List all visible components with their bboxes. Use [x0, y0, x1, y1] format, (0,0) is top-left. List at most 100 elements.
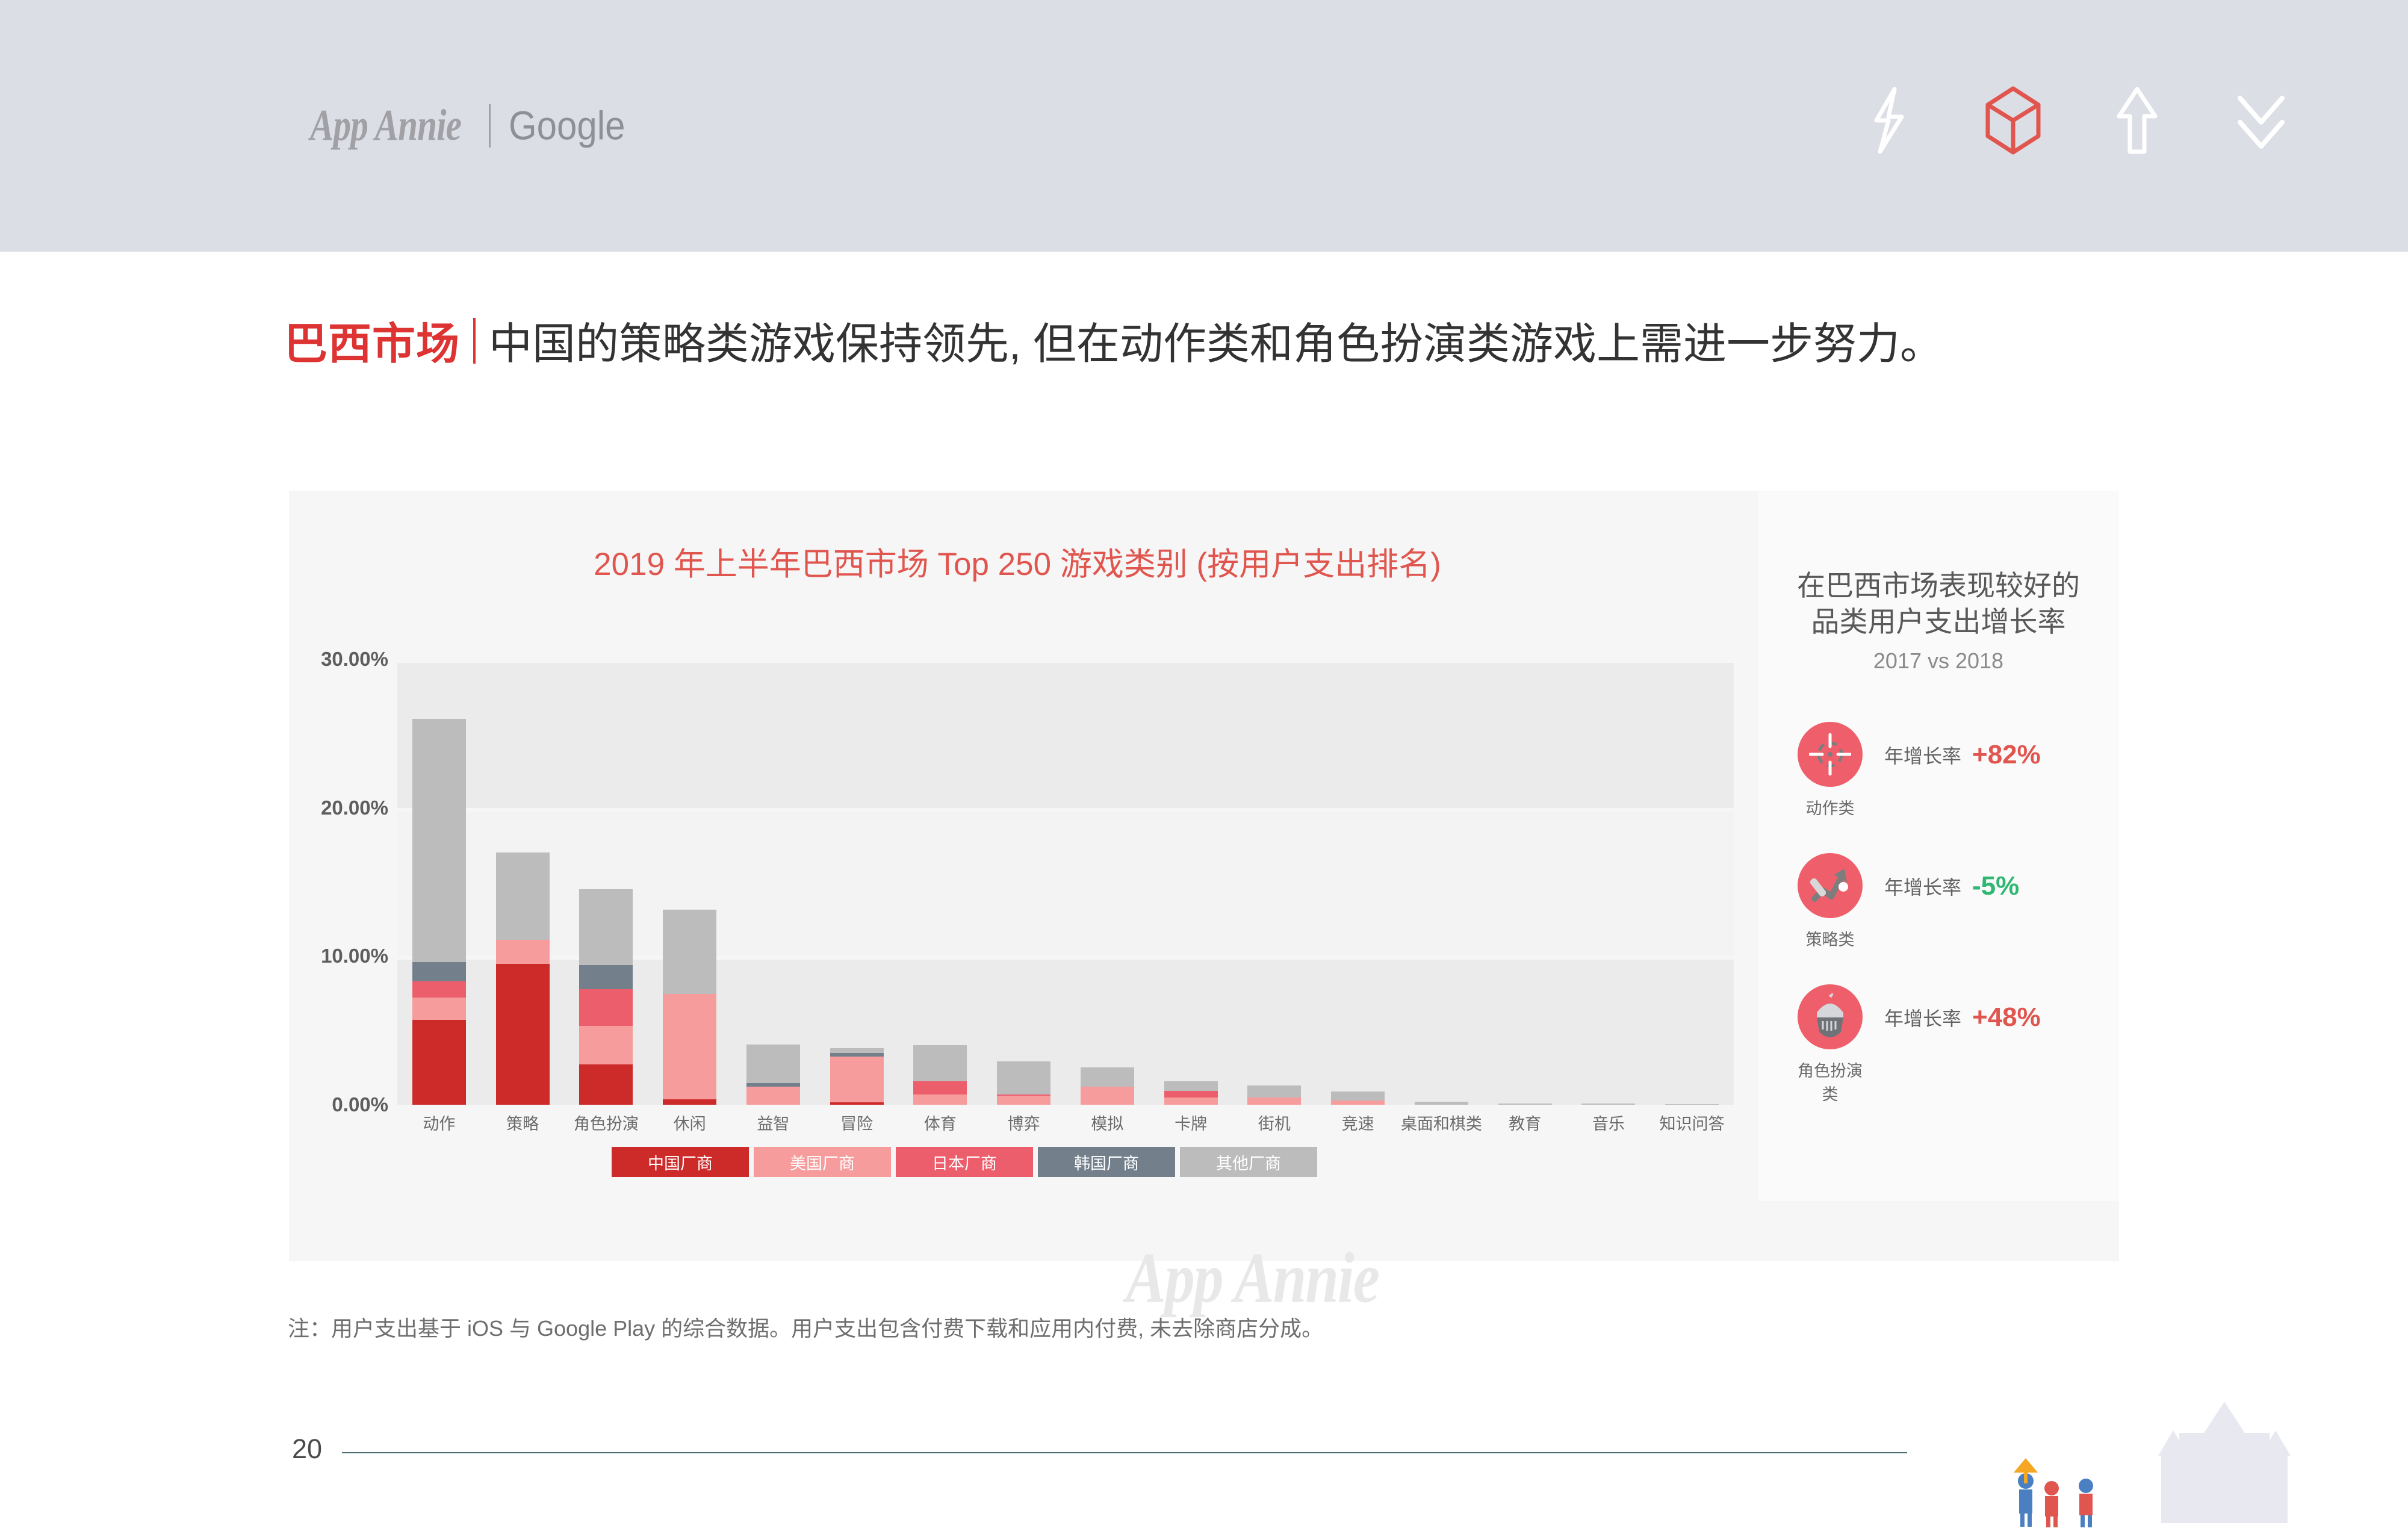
chart-bar-segment — [1331, 1100, 1385, 1105]
chart-bar-column — [1483, 659, 1567, 1105]
chart-bar-segment — [830, 1102, 884, 1105]
chart-bar-segment — [1080, 1087, 1134, 1105]
growth-panel-title-line1: 在巴西市场表现较好的 — [1797, 570, 2080, 601]
chart-bar[interactable] — [579, 889, 633, 1105]
growth-item-text: 年增长率 +48% — [1884, 1002, 2041, 1032]
chart-bar-segment — [1164, 1081, 1218, 1091]
chart-bar[interactable] — [1164, 1081, 1218, 1105]
chart-x-tick-label: 知识问答 — [1659, 1115, 1725, 1133]
growth-item-label: 年增长率 — [1884, 1008, 1962, 1030]
chart-x-tick-label: 卡牌 — [1175, 1115, 1208, 1133]
chart-bar[interactable] — [1247, 1085, 1302, 1105]
chart-bar-segment — [746, 1045, 800, 1084]
chart-x-tick-label: 竞速 — [1341, 1115, 1374, 1133]
chart-legend-item[interactable]: 其他厂商 — [1180, 1147, 1317, 1177]
page-title-highlight: 巴西市场 — [284, 320, 461, 368]
growth-item-text: 年增长率 -5% — [1884, 871, 2019, 901]
chart-bar-segment — [579, 965, 633, 989]
header-band: App Annie Google — [0, 0, 2408, 252]
crosshair-target-icon — [1798, 722, 1863, 787]
chart-bar-segment — [579, 1064, 633, 1105]
chart-x-tick-label: 博弈 — [1007, 1115, 1040, 1133]
chart-bar-column — [1316, 659, 1400, 1105]
cube-icon[interactable] — [1984, 84, 2042, 157]
lightning-bolt-icon[interactable] — [1860, 84, 1918, 157]
chart-bar-segment — [412, 718, 466, 963]
chart-bar-segment — [1080, 1067, 1134, 1087]
chart-bar[interactable] — [997, 1061, 1051, 1105]
chart-bar[interactable] — [830, 1048, 884, 1105]
growth-panel-title: 在巴西市场表现较好的 品类用户支出增长率 — [1758, 568, 2119, 640]
chart-bar-column — [565, 659, 648, 1105]
chart-title: 2019 年上半年巴西市场 Top 250 游戏类别 (按用户支出排名) — [594, 547, 1441, 582]
chart-bar-column — [481, 659, 565, 1105]
chart-bars — [397, 659, 1734, 1105]
chart-legend-item[interactable]: 日本厂商 — [896, 1147, 1033, 1177]
chart-y-tick-label: 30.00% — [321, 648, 388, 670]
chart-bar-column — [731, 659, 815, 1105]
header-icon-group — [1860, 84, 2290, 157]
chart-bar-segment — [1164, 1097, 1218, 1105]
chart-bar-segment — [1247, 1097, 1302, 1105]
chart-legend: 中国厂商 美国厂商 日本厂商 韩国厂商 其他厂商 — [612, 1147, 1317, 1177]
chart-x-tick-label: 休闲 — [673, 1115, 706, 1133]
chart-bar[interactable] — [1080, 1067, 1134, 1105]
growth-item-value: -5% — [1972, 871, 2020, 901]
chart-x-tick-label: 桌面和棋类 — [1400, 1115, 1482, 1133]
growth-item-label: 年增长率 — [1884, 745, 1962, 768]
chart-x-tick-label: 策略 — [506, 1115, 539, 1133]
chart-bar-segment — [412, 998, 466, 1020]
chart-bar-segment — [746, 1087, 800, 1105]
chart-bar[interactable] — [1581, 1104, 1636, 1105]
chart-bar[interactable] — [663, 909, 717, 1105]
page-title: 巴西市场 中国的策略类游戏保持领先, 但在动作类和角色扮演类游戏上需进一步努力。 — [284, 308, 1943, 371]
chart-bar-segment — [913, 1094, 967, 1105]
chart-bar-column — [1400, 659, 1483, 1105]
chart-bar-segment — [997, 1096, 1051, 1105]
title-divider — [473, 318, 476, 364]
chart-bar-segment — [663, 909, 717, 995]
chart-x-tick-label: 角色扮演 — [573, 1115, 639, 1133]
chart-bar[interactable] — [1665, 1104, 1719, 1105]
growth-item: 策略类 年增长率 -5% — [1758, 853, 2119, 984]
chart-legend-item[interactable]: 美国厂商 — [754, 1147, 891, 1177]
page-title-rest: 中国的策略类游戏保持领先, 但在动作类和角色扮演类游戏上需进一步努力。 — [489, 320, 1944, 368]
chart-bar[interactable] — [746, 1045, 800, 1105]
chart-bar-column — [1650, 659, 1734, 1105]
chart-bar-segment — [1164, 1090, 1218, 1098]
chart-x-tick-label: 教育 — [1509, 1115, 1542, 1133]
chart-bar-segment — [1665, 1104, 1719, 1105]
growth-icon-wrap: 策略类 — [1794, 853, 1884, 950]
double-chevron-down-icon[interactable] — [2232, 84, 2290, 157]
growth-panel-title-line2: 品类用户支出增长率 — [1811, 606, 2066, 638]
chart-bar[interactable] — [1498, 1103, 1552, 1105]
chart-watermark: App Annie — [1126, 1237, 1380, 1318]
growth-item: 角色扮演类 年增长率 +48% — [1758, 984, 2119, 1116]
chart-bar[interactable] — [495, 852, 550, 1105]
growth-item-value: +48% — [1972, 1002, 2041, 1032]
growth-item-category: 动作类 — [1805, 799, 1855, 818]
chart-bar-segment — [1498, 1103, 1552, 1105]
chart-x-tick-label: 音乐 — [1592, 1115, 1625, 1133]
app-annie-logo: App Annie — [310, 100, 462, 151]
castle-illustration — [1981, 1391, 2318, 1529]
chart-legend-item[interactable]: 韩国厂商 — [1038, 1147, 1175, 1177]
chart-bar-column — [397, 659, 481, 1105]
chart-bar-segment — [830, 1048, 884, 1053]
chart-bar[interactable] — [1331, 1091, 1385, 1105]
chart-bar-segment — [495, 963, 550, 1105]
chart-bar-segment — [495, 852, 550, 940]
chart-y-axis: 0.00% 10.00% 20.00% 30.00% — [283, 648, 388, 1116]
chart-bar[interactable] — [1414, 1102, 1468, 1105]
chart-legend-item[interactable]: 中国厂商 — [612, 1147, 749, 1177]
growth-item-list: 动作类 年增长率 +82% 策略类 年增长率 -5% 角色扮演类 年增长率 +48% — [1758, 722, 2119, 1116]
chart-bar[interactable] — [412, 718, 466, 1105]
footnote: 注：用户支出基于 iOS 与 Google Play 的综合数据。用户支出包含付… — [288, 1316, 1324, 1341]
up-arrow-icon[interactable] — [2108, 84, 2166, 157]
chart-x-tick-label: 模拟 — [1091, 1115, 1124, 1133]
chart-bar-segment — [579, 889, 633, 966]
chart-x-tick-label: 街机 — [1258, 1115, 1291, 1133]
chart-y-tick-label: 0.00% — [332, 1093, 388, 1116]
chart-bar[interactable] — [913, 1045, 967, 1105]
chart-bar-segment — [663, 994, 717, 1100]
